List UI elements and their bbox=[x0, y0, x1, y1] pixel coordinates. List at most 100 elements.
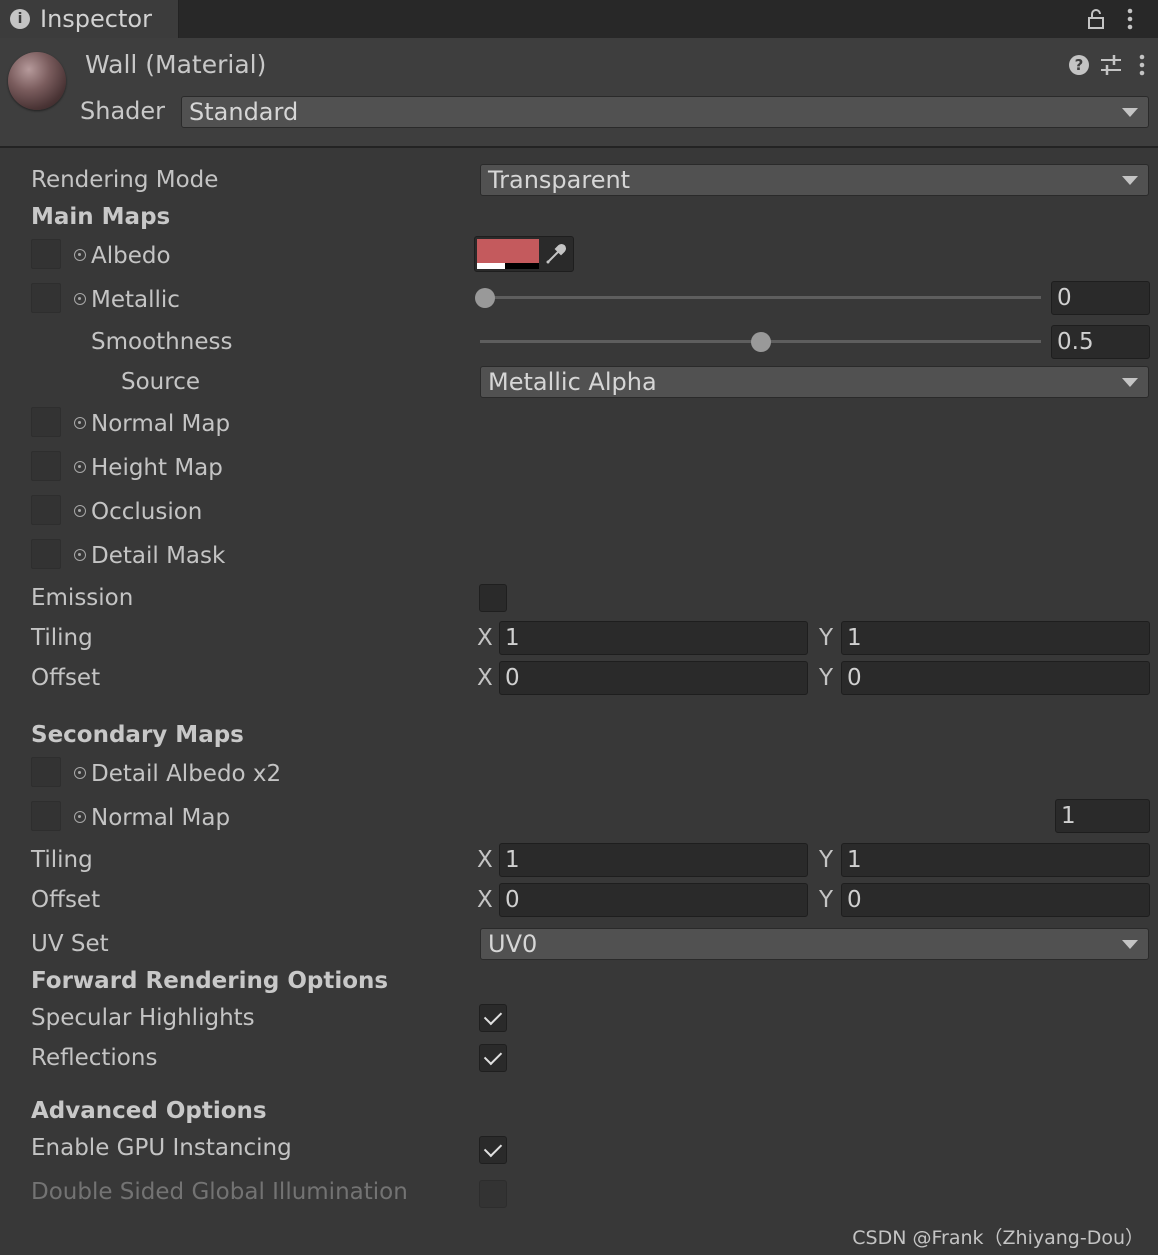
tiling-y-label: Y bbox=[819, 625, 834, 651]
object-picker-icon[interactable] bbox=[74, 293, 86, 305]
albedo-label: Albedo bbox=[91, 243, 171, 269]
tiling-y-field[interactable]: 1 bbox=[841, 621, 1150, 655]
material-title: Wall (Material) bbox=[85, 50, 267, 79]
albedo-color-swatch bbox=[477, 239, 539, 263]
detail-mask-texture-slot[interactable] bbox=[31, 539, 61, 569]
smoothness-label: Smoothness bbox=[91, 329, 233, 355]
uv-set-dropdown[interactable]: UV0 bbox=[480, 928, 1149, 960]
albedo-texture-slot[interactable] bbox=[31, 239, 61, 269]
normal-map-texture-slot[interactable] bbox=[31, 407, 61, 437]
metallic-label: Metallic bbox=[91, 287, 180, 313]
tiling-x-label: X bbox=[477, 625, 493, 651]
secondary-tiling-x-label: X bbox=[477, 847, 493, 873]
secondary-offset-x-field[interactable]: 0 bbox=[499, 883, 808, 917]
gpu-instancing-label: Enable GPU Instancing bbox=[31, 1135, 292, 1161]
height-map-texture-slot[interactable] bbox=[31, 451, 61, 481]
dropdown-arrow-icon bbox=[1122, 108, 1138, 117]
secondary-tiling-y-value: 1 bbox=[847, 847, 862, 873]
albedo-alpha-bar bbox=[477, 263, 505, 269]
checkmark-icon bbox=[483, 1046, 503, 1066]
dropdown-arrow-icon bbox=[1122, 176, 1138, 185]
shader-value: Standard bbox=[189, 98, 299, 126]
object-picker-icon[interactable] bbox=[74, 767, 86, 779]
preset-sliders-icon[interactable] bbox=[1100, 54, 1122, 76]
object-picker-icon[interactable] bbox=[74, 417, 86, 429]
secondary-normal-scale-value: 1 bbox=[1061, 803, 1076, 829]
help-icon[interactable]: ? bbox=[1068, 54, 1090, 76]
reflections-checkbox[interactable] bbox=[479, 1044, 507, 1072]
occlusion-texture-slot[interactable] bbox=[31, 495, 61, 525]
metallic-slider-thumb[interactable] bbox=[475, 288, 495, 308]
metallic-value-field[interactable]: 0 bbox=[1051, 281, 1150, 315]
secondary-maps-header: Secondary Maps bbox=[31, 722, 244, 748]
offset-y-value: 0 bbox=[847, 665, 862, 691]
dropdown-arrow-icon bbox=[1122, 378, 1138, 387]
uv-set-label: UV Set bbox=[31, 931, 109, 957]
secondary-tiling-x-value: 1 bbox=[505, 847, 520, 873]
tiling-x-value: 1 bbox=[505, 625, 520, 651]
shader-label: Shader bbox=[80, 97, 166, 125]
offset-x-value: 0 bbox=[505, 665, 520, 691]
offset-y-field[interactable]: 0 bbox=[841, 661, 1150, 695]
secondary-tiling-y-label: Y bbox=[819, 847, 834, 873]
checkmark-icon bbox=[483, 1006, 503, 1026]
detail-albedo-texture-slot[interactable] bbox=[31, 757, 61, 787]
metallic-slider-track[interactable] bbox=[480, 296, 1041, 299]
material-preview bbox=[8, 52, 66, 110]
rendering-mode-dropdown[interactable]: Transparent bbox=[480, 164, 1149, 196]
secondary-offset-x-label: X bbox=[477, 887, 493, 913]
secondary-offset-y-value: 0 bbox=[847, 887, 862, 913]
secondary-offset-x-value: 0 bbox=[505, 887, 520, 913]
eyedropper-icon[interactable] bbox=[545, 243, 567, 265]
watermark: CSDN @Frank（Zhiyang-Dou） bbox=[852, 1227, 1144, 1249]
kebab-menu-icon[interactable] bbox=[1124, 8, 1136, 30]
occlusion-label: Occlusion bbox=[91, 499, 203, 525]
secondary-tiling-x-field[interactable]: 1 bbox=[499, 843, 808, 877]
forward-rendering-header: Forward Rendering Options bbox=[31, 968, 389, 994]
object-picker-icon[interactable] bbox=[74, 461, 86, 473]
specular-highlights-checkbox[interactable] bbox=[479, 1004, 507, 1032]
secondary-offset-y-label: Y bbox=[819, 887, 834, 913]
metallic-value: 0 bbox=[1057, 285, 1072, 311]
kebab-menu-icon[interactable] bbox=[1136, 54, 1148, 76]
dropdown-arrow-icon bbox=[1122, 940, 1138, 949]
specular-highlights-label: Specular Highlights bbox=[31, 1005, 255, 1031]
main-maps-header: Main Maps bbox=[31, 204, 171, 230]
lock-icon[interactable] bbox=[1086, 8, 1106, 30]
double-sided-gi-label: Double Sided Global Illumination bbox=[31, 1179, 408, 1205]
albedo-color-field[interactable] bbox=[474, 236, 574, 272]
object-picker-icon[interactable] bbox=[74, 505, 86, 517]
source-value: Metallic Alpha bbox=[488, 368, 657, 396]
detail-albedo-label: Detail Albedo x2 bbox=[91, 761, 282, 787]
smoothness-value-field[interactable]: 0.5 bbox=[1051, 325, 1150, 359]
tiling-label: Tiling bbox=[31, 625, 93, 651]
secondary-tiling-y-field[interactable]: 1 bbox=[841, 843, 1150, 877]
object-picker-icon[interactable] bbox=[74, 249, 86, 261]
secondary-offset-y-field[interactable]: 0 bbox=[841, 883, 1150, 917]
rendering-mode-label: Rendering Mode bbox=[31, 167, 219, 193]
secondary-normal-map-texture-slot[interactable] bbox=[31, 801, 61, 831]
double-sided-gi-checkbox bbox=[479, 1180, 507, 1208]
secondary-normal-map-label: Normal Map bbox=[91, 805, 231, 831]
secondary-offset-label: Offset bbox=[31, 887, 101, 913]
tab-inspector[interactable]: i Inspector bbox=[0, 0, 179, 38]
secondary-tiling-label: Tiling bbox=[31, 847, 93, 873]
gpu-instancing-checkbox[interactable] bbox=[479, 1136, 507, 1164]
smoothness-slider-thumb[interactable] bbox=[751, 332, 771, 352]
offset-label: Offset bbox=[31, 665, 101, 691]
source-dropdown[interactable]: Metallic Alpha bbox=[480, 366, 1149, 398]
object-picker-icon[interactable] bbox=[74, 811, 86, 823]
source-label: Source bbox=[121, 369, 200, 395]
secondary-normal-scale-field[interactable]: 1 bbox=[1055, 799, 1150, 833]
shader-dropdown[interactable]: Standard bbox=[181, 96, 1149, 128]
offset-x-field[interactable]: 0 bbox=[499, 661, 808, 695]
smoothness-value: 0.5 bbox=[1057, 329, 1094, 355]
object-picker-icon[interactable] bbox=[74, 549, 86, 561]
info-icon: i bbox=[10, 9, 30, 29]
emission-checkbox[interactable] bbox=[479, 584, 507, 612]
reflections-label: Reflections bbox=[31, 1045, 158, 1071]
tiling-x-field[interactable]: 1 bbox=[499, 621, 808, 655]
detail-mask-label: Detail Mask bbox=[91, 543, 226, 569]
metallic-texture-slot[interactable] bbox=[31, 283, 61, 313]
emission-label: Emission bbox=[31, 585, 134, 611]
